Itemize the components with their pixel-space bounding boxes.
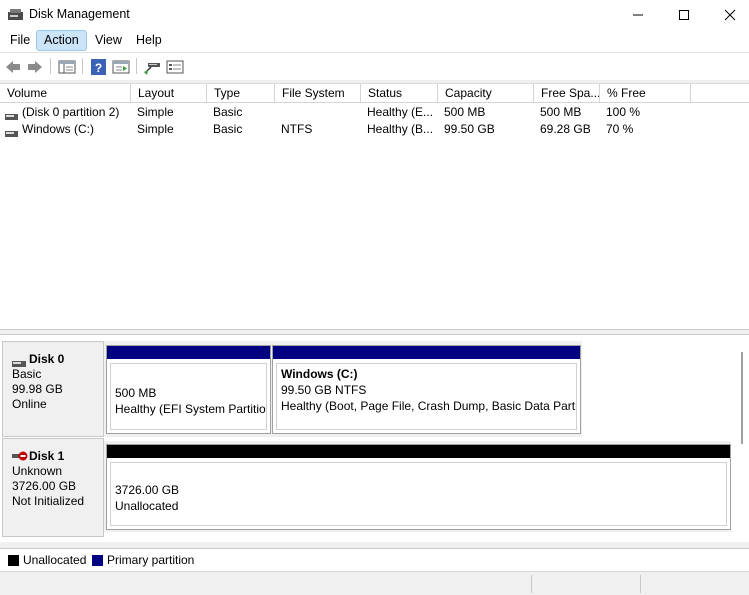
disk-error-icon (12, 450, 28, 466)
partition-size: 500 MB (115, 386, 157, 400)
volume-icon (5, 126, 18, 137)
forward-arrow-icon[interactable] (26, 58, 44, 76)
partition-size: 99.50 GB NTFS (281, 383, 367, 397)
column-header-free-space[interactable]: Free Spa... (534, 84, 600, 103)
column-header-file-system[interactable]: File System (275, 84, 361, 103)
table-row[interactable]: (Disk 0 partition 2) Simple Basic Health… (0, 104, 749, 121)
menu-bar: File Action View Help (0, 30, 749, 52)
menu-view[interactable]: View (88, 30, 129, 51)
cell-status: Healthy (B... (367, 122, 434, 136)
window-title: Disk Management (29, 7, 130, 21)
cell-type: Basic (213, 122, 243, 136)
cell-file-system: NTFS (281, 122, 313, 136)
partition-bar (107, 445, 730, 458)
legend-swatch-primary (92, 555, 103, 566)
disk-icon (12, 356, 26, 371)
settings-list-icon[interactable] (166, 58, 184, 76)
toolbar: ? (0, 52, 749, 80)
toolbar-separator (82, 58, 83, 74)
volume-icon (5, 109, 18, 120)
cell-capacity: 99.50 GB (444, 122, 495, 136)
menu-action[interactable]: Action (36, 30, 87, 51)
legend-label-unallocated: Unallocated (23, 553, 87, 567)
volume-list[interactable]: Volume Layout Type File System Status Ca… (0, 83, 749, 329)
cell-percent-free: 100 % (606, 105, 641, 119)
scrollbar-thumb[interactable] (741, 352, 743, 444)
status-separator (531, 575, 532, 593)
cell-free-space: 500 MB (540, 105, 582, 119)
partition-title: Windows (C:) (281, 367, 358, 381)
legend: Unallocated Primary partition (0, 548, 749, 571)
partition-details: 3726.00 GB Unallocated (110, 462, 727, 526)
cell-free-space: 69.28 GB (540, 122, 591, 136)
menu-file[interactable]: File (3, 30, 37, 51)
disk-size: 3726.00 GB (12, 479, 77, 493)
partition-unallocated[interactable]: 3726.00 GB Unallocated (106, 444, 731, 530)
disk-name: Disk 0 (29, 352, 65, 366)
partition-bar (273, 346, 580, 359)
toolbar-separator (50, 58, 51, 74)
minimize-button[interactable] (615, 0, 661, 30)
cell-capacity: 500 MB (444, 105, 486, 119)
legend-swatch-unallocated (8, 555, 19, 566)
cell-volume: Windows (C:) (22, 122, 95, 136)
svg-text:?: ? (95, 61, 102, 75)
status-bar (0, 571, 749, 595)
column-header-percent-free[interactable]: % Free (600, 84, 691, 103)
toolbar-separator (136, 58, 137, 74)
partition-windows-c[interactable]: Windows (C:) 99.50 GB NTFS Healthy (Boot… (272, 345, 581, 434)
partition-details: Windows (C:) 99.50 GB NTFS Healthy (Boot… (276, 363, 577, 430)
menu-help[interactable]: Help (129, 30, 169, 51)
title-bar: Disk Management (0, 0, 749, 30)
vertical-scrollbar[interactable] (735, 350, 749, 542)
cell-file-system (281, 104, 361, 121)
disk-1-partitions: 3726.00 GB Unallocated (104, 441, 731, 532)
disk-type: Unknown (12, 464, 63, 478)
maximize-icon (679, 10, 689, 20)
console-tree-icon[interactable] (58, 58, 76, 76)
cell-status: Healthy (E... (367, 105, 434, 119)
column-header-volume[interactable]: Volume (0, 84, 131, 103)
disk-graphical-view: Disk 0 Basic 99.98 GB Online 500 MB Heal… (0, 335, 749, 542)
minimize-icon (633, 14, 643, 16)
close-icon (724, 9, 736, 21)
disk-0-partitions: 500 MB Healthy (EFI System Partition) Wi… (104, 341, 582, 437)
disk-state: Online (12, 397, 47, 411)
connect-icon[interactable] (143, 58, 161, 76)
cell-volume: (Disk 0 partition 2) (22, 105, 120, 119)
close-button[interactable] (707, 0, 749, 30)
cell-percent-free: 70 % (606, 122, 634, 136)
partition-efi[interactable]: 500 MB Healthy (EFI System Partition) (106, 345, 271, 434)
disk-1-label[interactable]: Disk 1 Unknown 3726.00 GB Not Initialize… (2, 438, 104, 537)
status-separator (640, 575, 641, 593)
partition-size: 3726.00 GB (115, 483, 180, 497)
disk-state: Not Initialized (12, 494, 85, 508)
partition-details: 500 MB Healthy (EFI System Partition) (110, 363, 267, 430)
properties-icon[interactable] (112, 58, 130, 76)
partition-status: Healthy (EFI System Partition) (115, 402, 267, 416)
disk-0-label[interactable]: Disk 0 Basic 99.98 GB Online (2, 341, 104, 437)
cell-layout: Simple (137, 105, 174, 119)
cell-layout: Simple (137, 122, 174, 136)
partition-bar (107, 346, 270, 359)
back-arrow-icon[interactable] (4, 58, 22, 76)
disk-management-icon (8, 9, 23, 21)
column-header-capacity[interactable]: Capacity (438, 84, 534, 103)
column-header-status[interactable]: Status (361, 84, 438, 103)
maximize-button[interactable] (661, 0, 707, 30)
partition-status: Healthy (Boot, Page File, Crash Dump, Ba… (281, 399, 577, 413)
partition-status: Unallocated (115, 499, 179, 513)
legend-label-primary: Primary partition (107, 553, 195, 567)
column-header-type[interactable]: Type (207, 84, 275, 103)
column-headers: Volume Layout Type File System Status Ca… (0, 84, 749, 103)
disk-name: Disk 1 (29, 449, 65, 463)
disk-size: 99.98 GB (12, 382, 63, 396)
help-icon[interactable]: ? (90, 58, 108, 76)
column-header-layout[interactable]: Layout (131, 84, 207, 103)
table-row[interactable]: Windows (C:) Simple Basic NTFS Healthy (… (0, 121, 749, 138)
cell-type: Basic (213, 105, 243, 119)
